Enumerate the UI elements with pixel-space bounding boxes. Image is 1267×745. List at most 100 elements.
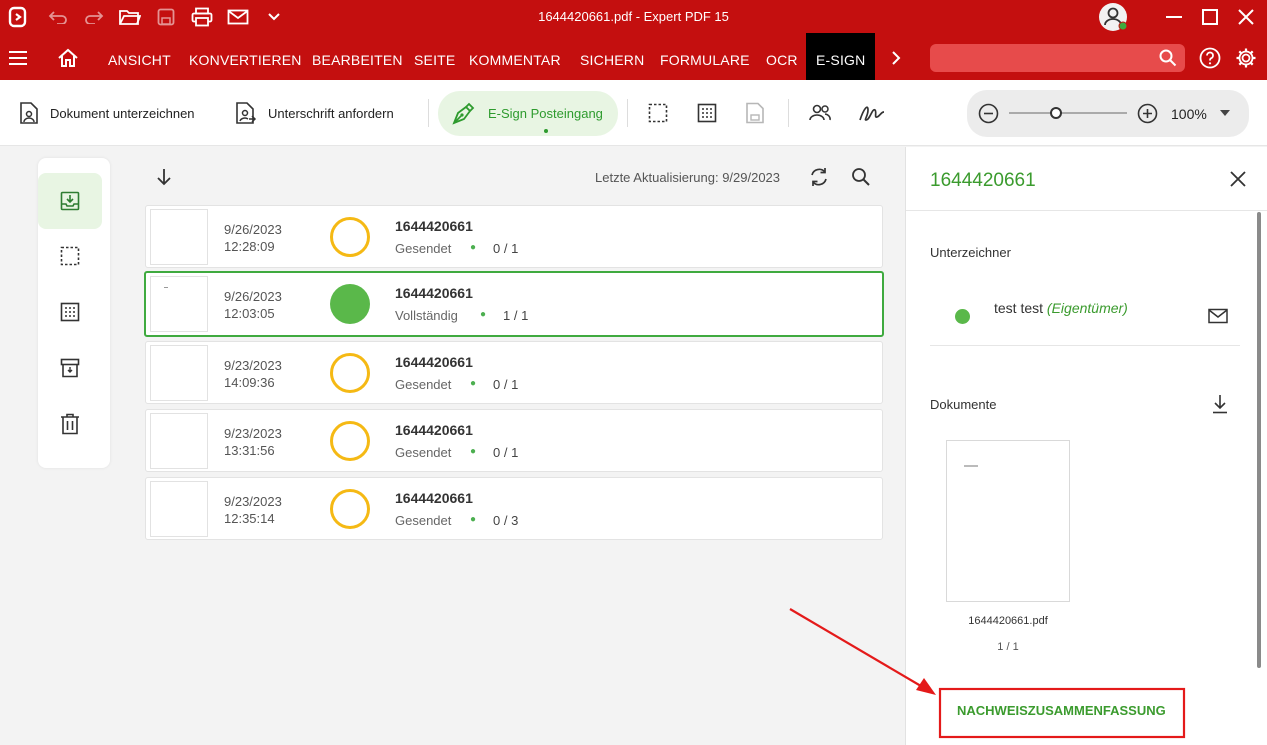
document-thumbnail [150,276,208,332]
download-icon[interactable] [1212,394,1228,414]
sort-arrow-icon[interactable] [154,167,174,187]
inbox-download-icon [60,191,80,211]
search-icon [1159,49,1177,67]
toolbar-divider [788,99,789,127]
select-area-button[interactable] [648,80,668,146]
toolbar-divider [627,99,628,127]
menu-ansicht[interactable]: ANSICHT [108,33,171,80]
row-signer-count: 0 / 1 [493,377,519,392]
status-complete-icon [330,284,370,324]
row-time: 12:35:14 [224,511,275,526]
refresh-icon[interactable] [808,166,830,188]
menu-esign[interactable]: E-SIGN [806,33,876,80]
esign-inbox-label: E-Sign Posteingang [488,106,603,121]
nav-templates[interactable] [38,284,102,340]
menu-seite[interactable]: SEITE [414,33,455,80]
nav-trash[interactable] [38,396,102,452]
panel-scrollbar[interactable] [1257,212,1261,668]
signature-button[interactable] [858,80,886,146]
row-name: 1644420661 [395,354,473,370]
last-update-text: Letzte Aktualisierung: 9/29/2023 [595,170,781,185]
document-row[interactable]: 9/26/2023 12:28:09 1644420661 Gesendet ● … [145,205,883,268]
row-signer-count: 0 / 1 [493,241,519,256]
document-row[interactable]: 9/23/2023 14:09:36 1644420661 Gesendet ● … [145,341,883,404]
row-name: 1644420661 [395,490,473,506]
home-icon[interactable] [56,46,80,70]
evidence-summary-button[interactable]: NACHWEISZUSAMMENFASSUNG [957,703,1166,718]
archive-box-icon [60,358,80,378]
signer-entry: test test (Eigentümer) [994,300,1128,316]
document-sign-icon [20,102,38,124]
row-date: 9/23/2023 [224,426,282,441]
nav-drafts[interactable] [38,228,102,284]
document-thumbnail [150,413,208,469]
menu-ocr[interactable]: OCR [766,33,798,80]
zoom-out-icon[interactable] [978,103,999,124]
nav-inbox[interactable] [38,173,102,229]
status-pending-icon [330,421,370,461]
document-save-icon [746,102,764,124]
user-avatar-icon[interactable] [1097,2,1129,32]
menu-kommentar[interactable]: KOMMENTAR [469,33,561,80]
signer-email-icon[interactable] [1208,308,1228,324]
row-name: 1644420661 [395,218,473,234]
document-row-selected[interactable]: 9/26/2023 12:03:05 1644420661 Vollständig… [144,271,884,337]
row-signer-count: 0 / 3 [493,513,519,528]
separator-dot: ● [470,242,477,253]
dotted-grid-icon [697,103,717,123]
close-panel-icon[interactable] [1230,171,1246,187]
document-pages: 1 / 1 [997,641,1019,653]
esign-left-nav [38,158,110,468]
menu-sichern[interactable]: SICHERN [580,33,644,80]
menu-bearbeiten[interactable]: BEARBEITEN [312,33,403,80]
zoom-value[interactable]: 100% [1171,106,1207,122]
status-pending-icon [330,217,370,257]
zoom-slider-thumb[interactable] [1050,107,1063,119]
hamburger-menu-icon[interactable] [6,46,30,70]
help-icon[interactable] [1198,46,1222,70]
dashed-square-icon [60,246,80,266]
separator-dot: ● [470,514,477,525]
request-signature-button[interactable]: Unterschrift anfordern [234,80,394,146]
search-input[interactable] [930,44,1185,72]
signers-heading: Unterzeichner [930,245,1011,260]
row-date: 9/26/2023 [224,289,282,304]
title-bar: 1644420661.pdf - Expert PDF 15 [0,0,1267,33]
document-thumbnail [150,345,208,401]
signer-status-dot [955,309,970,324]
row-status: Vollständig [395,308,458,323]
signer-role: (Eigentümer) [1046,300,1128,316]
row-date: 9/23/2023 [224,358,282,373]
chevron-right-icon[interactable] [884,46,908,70]
zoom-dropdown-icon[interactable] [1220,110,1230,116]
separator-dot: ● [480,309,487,320]
status-pending-icon [330,353,370,393]
document-row[interactable]: 9/23/2023 13:31:56 1644420661 Gesendet ● … [145,409,883,472]
dotted-grid-button[interactable] [697,80,717,146]
sign-document-button[interactable]: Dokument unterzeichnen [18,80,195,146]
contacts-button[interactable] [808,80,832,146]
zoom-slider[interactable] [1009,112,1127,114]
nav-archive[interactable] [38,340,102,396]
signer-divider [930,345,1240,346]
row-time: 13:31:56 [224,443,275,458]
esign-inbox-button[interactable]: E-Sign Posteingang [438,91,618,136]
dashed-square-icon [648,103,668,123]
zoom-in-icon[interactable] [1137,103,1158,124]
trash-icon [61,413,79,435]
document-row[interactable]: 9/23/2023 12:35:14 1644420661 Gesendet ● … [145,477,883,540]
document-preview[interactable] [946,440,1070,602]
people-icon [809,104,831,121]
menu-bar: ANSICHT KONVERTIEREN BEARBEITEN SEITE KO… [0,33,1267,80]
settings-gear-icon[interactable] [1234,46,1258,70]
row-status: Gesendet [395,241,452,256]
pen-nib-icon [452,102,475,125]
menu-formulare[interactable]: FORMULARE [660,33,750,80]
menu-konvertieren[interactable]: KONVERTIEREN [189,33,302,80]
maximize-icon[interactable] [1198,5,1222,29]
list-search-icon[interactable] [851,167,871,187]
row-date: 9/23/2023 [224,494,282,509]
close-window-icon[interactable] [1234,5,1258,29]
minimize-icon[interactable] [1162,5,1186,29]
save-document-button[interactable] [745,80,765,146]
